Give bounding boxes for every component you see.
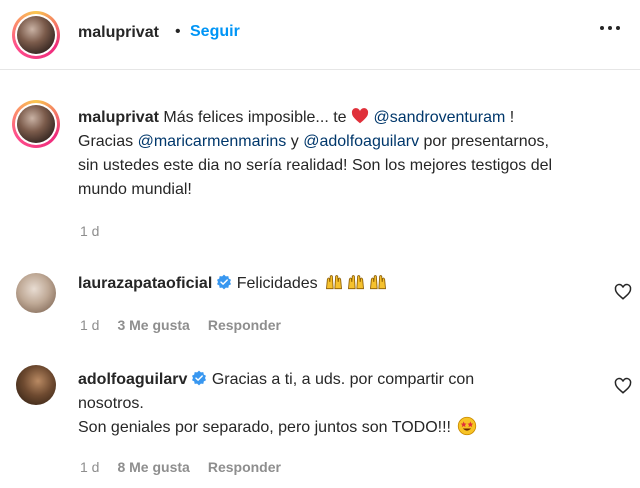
header-avatar[interactable] — [12, 11, 60, 59]
raised-hands-emoji-icon — [348, 275, 365, 290]
caption-text-5: por presentarnos, — [423, 133, 549, 150]
comment-text: adolfoaguilarv Gracias a ti, a uds. por … — [78, 368, 598, 440]
caption-avatar[interactable] — [12, 100, 60, 148]
raised-hands-emoji-icon — [370, 275, 387, 290]
caption-text: maluprivat Más felices imposible... te @… — [78, 106, 623, 202]
separator-dot: • — [175, 23, 181, 40]
caption-username[interactable]: maluprivat — [78, 109, 159, 126]
comment-username[interactable]: laurazapataoficial — [78, 275, 212, 292]
comment-body: Felicidades — [236, 275, 318, 292]
comment-likes[interactable]: 3 Me gusta — [117, 317, 189, 333]
like-heart-icon[interactable] — [614, 283, 632, 301]
comment-username[interactable]: adolfoaguilarv — [78, 371, 187, 388]
mention-sandroventuram[interactable]: @sandroventuram — [373, 109, 505, 126]
more-options-icon[interactable] — [600, 26, 620, 30]
reply-button[interactable]: Responder — [208, 459, 281, 475]
mention-maricarmenmarins[interactable]: @maricarmenmarins — [138, 133, 287, 150]
like-heart-icon[interactable] — [614, 377, 632, 395]
comment-avatar[interactable] — [16, 365, 56, 405]
caption-meta: 1 d — [80, 223, 99, 239]
comment-meta: 1 d 3 Me gusta Responder — [80, 317, 281, 333]
caption-line-4: mundo mundial! — [78, 181, 192, 198]
comment-likes[interactable]: 8 Me gusta — [117, 459, 189, 475]
caption-text-3: Gracias — [78, 133, 134, 150]
header-username[interactable]: maluprivat — [78, 24, 159, 42]
red-heart-icon — [351, 108, 369, 124]
caption-line-3: sin ustedes este dia no sería realidad! … — [78, 157, 553, 174]
caption-text-1: Más felices imposible... te — [163, 109, 347, 126]
mention-adolfoaguilarv[interactable]: @adolfoaguilarv — [303, 133, 419, 150]
verified-badge-icon — [192, 370, 207, 386]
comment-time[interactable]: 1 d — [80, 317, 99, 333]
follow-button[interactable]: Seguir — [190, 23, 240, 41]
post-header: maluprivat • Seguir — [0, 0, 640, 70]
verified-badge-icon — [217, 274, 232, 290]
comment-text: laurazapataoficial Felicidades — [78, 272, 598, 296]
raised-hands-emoji-icon — [326, 275, 343, 290]
comment-body-line-1: Gracias a ti, a uds. por compartir con — [211, 371, 475, 388]
star-struck-emoji-icon — [458, 416, 477, 436]
comment-time[interactable]: 1 d — [80, 459, 99, 475]
comment-body-line-2: nosotros. — [78, 395, 144, 412]
comment-meta: 1 d 8 Me gusta Responder — [80, 459, 281, 475]
caption-text-2: ! — [509, 109, 515, 126]
comment-avatar[interactable] — [16, 273, 56, 313]
reply-button[interactable]: Responder — [208, 317, 281, 333]
comment-body-line-3: Son geniales por separado, pero juntos s… — [78, 419, 451, 436]
caption-time[interactable]: 1 d — [80, 223, 99, 239]
caption-text-4: y — [290, 133, 299, 150]
